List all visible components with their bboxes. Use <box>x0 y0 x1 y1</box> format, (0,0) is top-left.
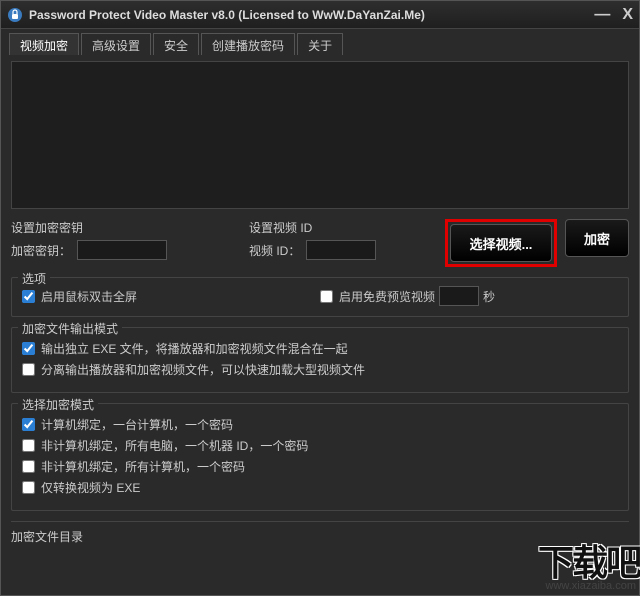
output-mode-fieldset: 加密文件输出模式 输出独立 EXE 文件，将播放器和加密视频文件混合在一起 分离… <box>11 327 629 393</box>
mode-exe-only-label: 仅转换视频为 EXE <box>41 479 140 496</box>
key-header: 设置加密密钥 <box>11 219 241 236</box>
videoid-header: 设置视频 ID <box>249 219 399 236</box>
tab-video-encrypt[interactable]: 视频加密 <box>9 33 79 55</box>
preview-seconds-input[interactable] <box>439 286 479 306</box>
dblclick-fullscreen-checkbox[interactable] <box>22 290 35 303</box>
videoid-label: 视频 ID： <box>249 242 300 259</box>
free-preview-checkbox[interactable] <box>320 290 333 303</box>
mode-machineid-checkbox[interactable] <box>22 439 35 452</box>
mode-computer-bind-checkbox[interactable] <box>22 418 35 431</box>
mode-all-computers-checkbox[interactable] <box>22 460 35 473</box>
options-fieldset: 选项 启用鼠标双击全屏 启用免费预览视频 秒 <box>11 277 629 317</box>
seconds-unit: 秒 <box>483 288 495 305</box>
select-video-button[interactable]: 选择视频... <box>450 224 552 262</box>
key-input[interactable] <box>77 240 167 260</box>
mode-computer-bind-label: 计算机绑定，一台计算机，一个密码 <box>41 416 233 433</box>
output-separate-label: 分离输出播放器和加密视频文件，可以快速加载大型视频文件 <box>41 361 365 378</box>
output-single-exe-label: 输出独立 EXE 文件，将播放器和加密视频文件混合在一起 <box>41 340 348 357</box>
titlebar[interactable]: Password Protect Video Master v8.0 (Lice… <box>1 1 639 29</box>
app-window: Password Protect Video Master v8.0 (Lice… <box>0 0 640 596</box>
mode-exe-only-checkbox[interactable] <box>22 481 35 494</box>
mode-machineid-label: 非计算机绑定，所有电脑，一个机器 ID，一个密码 <box>41 437 308 454</box>
dblclick-label: 启用鼠标双击全屏 <box>41 288 137 305</box>
output-mode-legend: 加密文件输出模式 <box>18 320 122 337</box>
options-legend: 选项 <box>18 270 50 287</box>
app-icon <box>7 7 23 23</box>
tab-create-password[interactable]: 创建播放密码 <box>201 33 295 55</box>
minimize-button[interactable]: — <box>594 6 610 24</box>
tab-about[interactable]: 关于 <box>297 33 343 55</box>
output-separate-checkbox[interactable] <box>22 363 35 376</box>
output-single-exe-checkbox[interactable] <box>22 342 35 355</box>
key-label: 加密密钥： <box>11 242 71 259</box>
encrypt-mode-legend: 选择加密模式 <box>18 396 98 413</box>
window-title: Password Protect Video Master v8.0 (Lice… <box>29 8 594 22</box>
encrypt-button[interactable]: 加密 <box>565 219 629 257</box>
mode-all-computers-label: 非计算机绑定，所有计算机，一个密码 <box>41 458 245 475</box>
tab-advanced[interactable]: 高级设置 <box>81 33 151 55</box>
video-preview-area <box>11 61 629 209</box>
encrypt-mode-fieldset: 选择加密模式 计算机绑定，一台计算机，一个密码 非计算机绑定，所有电脑，一个机器… <box>11 403 629 511</box>
content-area: 设置加密密钥 加密密钥： 设置视频 ID 视频 ID： 选择视频... 加密 <box>1 55 639 555</box>
close-button[interactable]: X <box>622 6 633 24</box>
output-dir-label: 加密文件目录 <box>11 521 629 545</box>
select-video-highlight: 选择视频... <box>445 219 557 267</box>
tab-security[interactable]: 安全 <box>153 33 199 55</box>
videoid-input[interactable] <box>306 240 376 260</box>
free-preview-label: 启用免费预览视频 <box>339 288 435 305</box>
tab-bar: 视频加密 高级设置 安全 创建播放密码 关于 <box>1 29 639 55</box>
